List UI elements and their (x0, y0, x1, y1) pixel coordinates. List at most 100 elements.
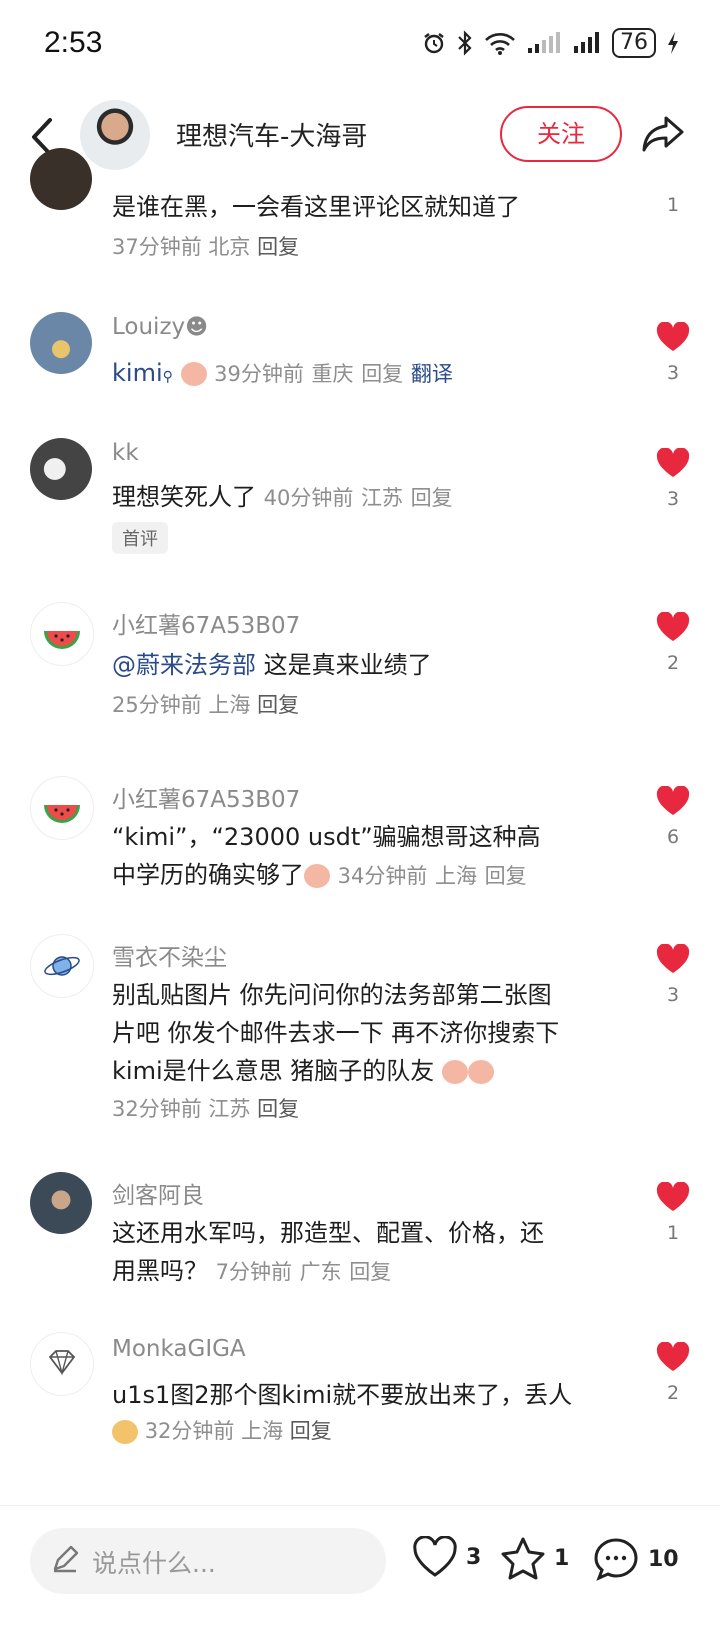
commenter-name[interactable]: MonkaGIGA (112, 1336, 246, 1362)
commenter-name[interactable]: 雪衣不染尘 (112, 938, 227, 972)
comment-location: 上海 (435, 864, 478, 888)
mention-link[interactable]: @蔚来法务部 (112, 651, 256, 679)
comment-body: 理想笑死人了 40分钟前 江苏 回复 (112, 478, 612, 517)
comment-location: 江苏 (208, 1097, 251, 1121)
heart-icon[interactable] (656, 448, 690, 478)
like-total: 3 (466, 1544, 482, 1570)
comment-time: 32分钟前 (112, 1097, 202, 1121)
heart-icon[interactable] (656, 612, 690, 642)
comment-meta: 25分钟前 上海 回复 (112, 686, 612, 724)
reply-button[interactable]: 回复 (361, 362, 403, 386)
planet-icon (44, 956, 80, 976)
commenter-avatar[interactable] (30, 776, 94, 840)
author-avatar[interactable] (80, 100, 150, 170)
comment-text: 理想笑死人了 (112, 483, 256, 511)
wifi-icon (485, 33, 515, 55)
comment-body: kimi是什么意思 猪脑子的队友 (112, 1052, 612, 1090)
crying-emoji-icon (467, 1060, 494, 1084)
share-icon[interactable] (640, 112, 686, 156)
like-count: 1 (666, 194, 680, 216)
reply-button[interactable]: 回复 (349, 1260, 391, 1284)
follow-button[interactable]: 关注 (500, 106, 622, 162)
status-icons: 76 (422, 28, 680, 58)
commenter-name[interactable]: 剑客阿良 (112, 1176, 204, 1210)
bottom-bar: 说点什么... 3 1 10 (0, 1505, 720, 1626)
comment-text: u1s1图2那个图kimi就不要放出来了，丢人 (112, 1381, 573, 1409)
like-count: 1 (666, 1222, 680, 1244)
comment-time: 34分钟前 (337, 864, 428, 888)
battery-icon: 76 (612, 28, 656, 58)
signal-icon (574, 32, 599, 53)
heart-icon[interactable] (656, 786, 690, 816)
comment-text: kimi是什么意思 猪脑子的队友 (112, 1057, 435, 1085)
comment-text: 别乱贴图片 你先问问你的法务部第二张图 (112, 981, 552, 1009)
heart-icon[interactable] (656, 944, 690, 974)
commenter-avatar[interactable] (30, 1332, 94, 1396)
comment-meta: 32分钟前 上海 回复 (112, 1412, 612, 1450)
search-icon: ⚲ (162, 369, 173, 385)
like-count: 3 (666, 488, 680, 510)
like-count: 2 (666, 652, 680, 674)
comment-time: 39分钟前 (214, 362, 304, 386)
commenter-name[interactable]: Louizy☻ (112, 314, 208, 340)
commenter-avatar[interactable] (30, 1172, 92, 1234)
comment-meta: 32分钟前 江苏 回复 (112, 1090, 612, 1128)
comment-text: 中学历的确实够了 (112, 861, 304, 889)
comment-body: 用黑吗？ 7分钟前 广东 回复 (112, 1252, 612, 1291)
comment-text: 用黑吗？ (112, 1257, 208, 1285)
reply-button[interactable]: 回复 (411, 486, 453, 510)
like-count: 2 (666, 1382, 680, 1404)
like-button[interactable]: 3 (412, 1536, 481, 1578)
commenter-avatar[interactable] (30, 934, 94, 998)
comment-location: 北京 (208, 235, 251, 259)
comment-time: 25分钟前 (112, 693, 202, 717)
reply-button[interactable]: 回复 (290, 1419, 332, 1443)
diamond-icon (48, 1350, 76, 1376)
commenter-avatar[interactable] (30, 148, 92, 210)
comment-body: kimi⚲ 39分钟前 重庆 回复 翻译 (112, 354, 612, 396)
comment-location: 广东 (299, 1260, 342, 1284)
comment-text: 是谁在黑，一会看这里评论区就知道了 (112, 193, 520, 221)
like-count: 6 (666, 826, 680, 848)
commenter-name[interactable]: kk (112, 440, 139, 466)
comment-time: 37分钟前 (112, 235, 202, 259)
commenter-name[interactable]: 小红薯67A53B07 (112, 780, 300, 814)
heart-icon[interactable] (656, 322, 690, 352)
commenter-avatar[interactable] (30, 438, 92, 500)
commenter-avatar[interactable] (30, 312, 92, 374)
translate-button[interactable]: 翻译 (411, 362, 453, 386)
watermelon-icon (44, 805, 80, 823)
commenter-name[interactable]: 小红薯67A53B07 (112, 606, 300, 640)
heart-outline-icon (413, 1536, 457, 1577)
reply-button[interactable]: 回复 (485, 864, 527, 888)
comment-text: 这是真来业绩了 (263, 651, 432, 679)
heart-icon[interactable] (656, 1182, 690, 1212)
crying-emoji-icon (180, 362, 207, 386)
heart-icon[interactable] (656, 1342, 690, 1372)
comment-body: @蔚来法务部 这是真来业绩了 (112, 646, 612, 684)
commenter-name-text: Louizy (112, 314, 186, 340)
comment-location: 重庆 (311, 362, 354, 386)
comment-location: 江苏 (361, 486, 404, 510)
reply-button[interactable]: 回复 (257, 235, 299, 259)
comment-button[interactable]: 10 (592, 1536, 679, 1582)
author-name[interactable]: 理想汽车-大海哥 (176, 116, 367, 153)
comment-time: 7分钟前 (215, 1260, 293, 1284)
favorite-button[interactable]: 1 (500, 1536, 569, 1580)
first-comment-badge: 首评 (112, 522, 168, 554)
reply-button[interactable]: 回复 (257, 693, 299, 717)
comment-location: 上海 (208, 693, 251, 717)
crying-emoji-icon (304, 864, 330, 888)
pen-icon (53, 1545, 79, 1573)
header: 理想汽车-大海哥 关注 (0, 92, 720, 188)
bluetooth-icon (458, 30, 472, 56)
commenter-avatar[interactable] (30, 602, 94, 666)
reply-button[interactable]: 回复 (257, 1097, 299, 1121)
status-time: 2:53 (44, 26, 103, 59)
comment-placeholder: 说点什么... (92, 1549, 216, 1578)
comment-location: 上海 (241, 1419, 284, 1443)
alarm-icon (424, 33, 444, 54)
comment-body: 中学历的确实够了 34分钟前 上海 回复 (112, 856, 612, 895)
mention-link[interactable]: kimi (112, 359, 163, 387)
comment-text: “kimi”，“23000 usdt”骗骗想哥这种高 (112, 823, 541, 851)
